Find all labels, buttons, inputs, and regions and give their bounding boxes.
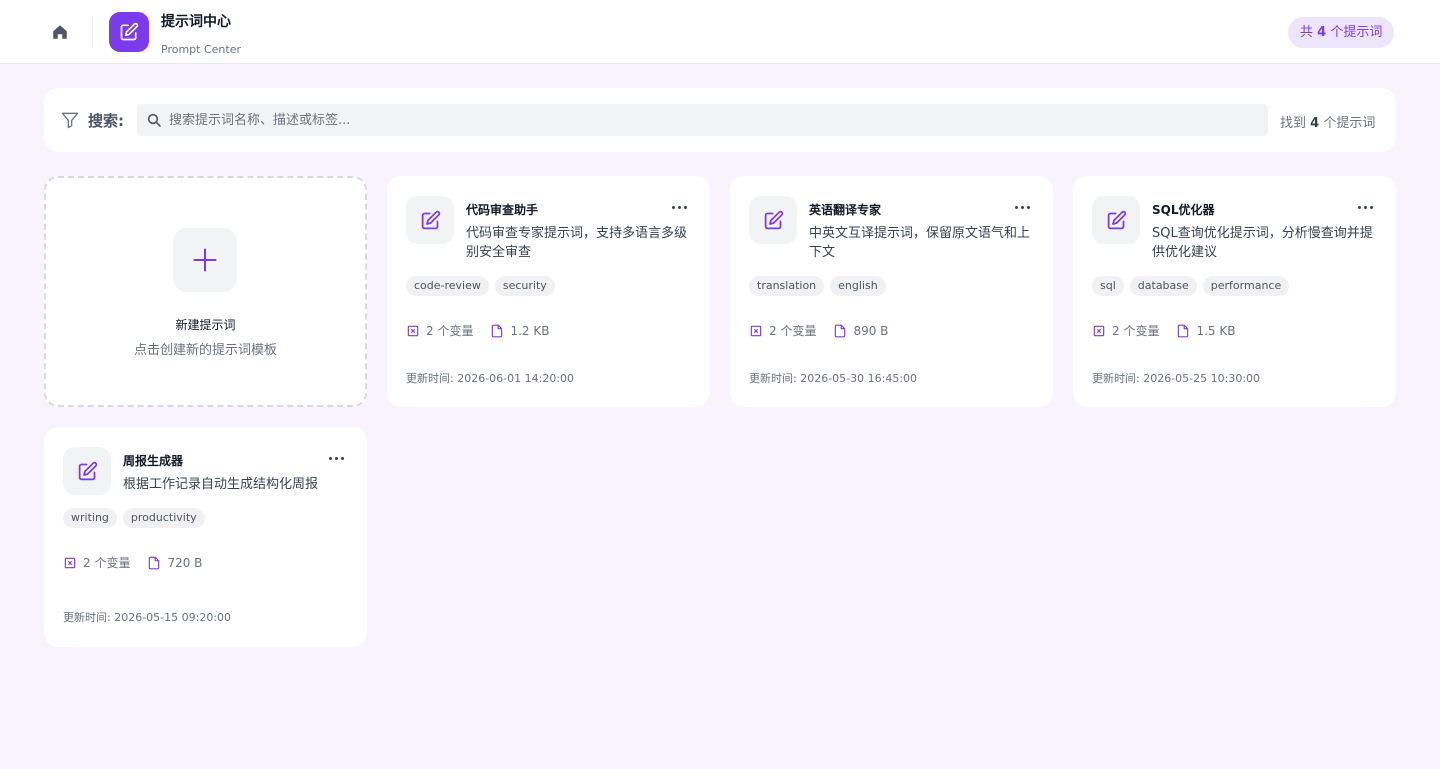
variable-icon <box>64 557 76 568</box>
home-icon <box>53 25 67 39</box>
prompt-meta: 2 个变量 720 B <box>63 554 202 571</box>
prompt-updated-time: 更新时间: 2026-05-15 09:20:00 <box>63 611 232 624</box>
prompt-icon-box <box>749 196 797 244</box>
prompt-updated-time: 更新时间: 2026-05-30 16:45:00 <box>749 372 918 385</box>
prompt-size: 890 B <box>853 323 889 338</box>
edit-icon <box>1107 210 1126 229</box>
edit-icon <box>120 22 139 41</box>
header-divider <box>92 16 93 48</box>
prompt-tag[interactable]: productivity <box>122 508 205 528</box>
prompt-updated-time: 更新时间: 2026-05-25 10:30:00 <box>1092 372 1261 385</box>
prompt-tag[interactable]: security <box>494 276 555 296</box>
app-header: 提示词中心 Prompt Center 共 4 个提示词 <box>0 0 1440 64</box>
result-count-number: 4 <box>1310 116 1320 131</box>
search-input[interactable] <box>169 104 1259 136</box>
prompt-size: 1.5 KB <box>1196 323 1236 338</box>
new-prompt-card[interactable]: 新建提示词 点击创建新的提示词模板 <box>44 176 367 407</box>
prompt-description: 代码审查专家提示词，支持多语言多级别安全审查 <box>466 226 688 260</box>
file-icon <box>492 324 503 337</box>
count-badge-suffix: 个提示词 <box>1326 25 1383 40</box>
edit-icon <box>78 461 97 480</box>
prompt-count-badge: 共 4 个提示词 <box>1288 17 1395 48</box>
prompt-tag[interactable]: code-review <box>406 276 489 296</box>
search-panel: 搜索: 找到 4 个提示词 <box>44 88 1396 152</box>
prompt-tag[interactable]: sql <box>1092 276 1124 296</box>
file-icon <box>149 556 160 569</box>
more-horizontal-icon[interactable] <box>1011 198 1033 216</box>
search-icon <box>147 113 161 127</box>
prompt-meta: 2 个变量 1.2 KB <box>406 322 549 339</box>
prompt-tags: translation english <box>749 276 886 296</box>
prompt-variables: 2 个变量 <box>83 556 131 570</box>
prompt-name: 英语翻译专家 <box>809 203 882 217</box>
prompt-tag[interactable]: translation <box>749 276 825 296</box>
app-logo <box>109 12 149 52</box>
prompt-icon-box <box>406 196 454 244</box>
prompt-card[interactable]: 周报生成器 根据工作记录自动生成结构化周报 writing productivi… <box>44 427 367 647</box>
prompt-tag[interactable]: english <box>830 276 886 296</box>
file-icon <box>1178 324 1189 337</box>
prompt-tags: writing productivity <box>63 508 205 528</box>
result-count-suffix: 个提示词 <box>1319 116 1376 131</box>
prompt-tag[interactable]: database <box>1129 276 1197 296</box>
prompt-card[interactable]: SQL优化器 SQL查询优化提示词，分析慢查询并提供优化建议 sql datab… <box>1073 176 1396 407</box>
prompt-variables: 2 个变量 <box>426 324 474 338</box>
prompt-name: 代码审查助手 <box>466 203 539 217</box>
prompt-tags: code-review security <box>406 276 555 296</box>
prompt-description: SQL查询优化提示词，分析慢查询并提供优化建议 <box>1152 226 1373 260</box>
new-prompt-title: 新建提示词 <box>175 318 236 332</box>
prompt-description: 根据工作记录自动生成结构化周报 <box>123 477 319 492</box>
home-button[interactable] <box>44 16 76 48</box>
prompt-card[interactable]: 代码审查助手 代码审查专家提示词，支持多语言多级别安全审查 code-revie… <box>387 176 710 407</box>
file-icon <box>835 324 846 337</box>
filter-icon <box>61 112 79 129</box>
more-horizontal-icon[interactable] <box>325 449 347 467</box>
result-count-prefix: 找到 <box>1280 116 1311 131</box>
more-horizontal-icon[interactable] <box>1354 198 1376 216</box>
prompt-updated-time: 更新时间: 2026-06-01 14:20:00 <box>406 372 575 385</box>
count-badge-number: 4 <box>1317 25 1327 40</box>
new-prompt-plus-box <box>173 228 237 292</box>
prompt-meta: 2 个变量 1.5 KB <box>1092 322 1235 339</box>
prompt-tag[interactable]: performance <box>1202 276 1290 296</box>
prompt-card[interactable]: 英语翻译专家 中英文互译提示词，保留原文语气和上下文 translation e… <box>730 176 1053 407</box>
edit-icon <box>421 210 440 229</box>
prompt-name: 周报生成器 <box>123 454 184 468</box>
new-prompt-description: 点击创建新的提示词模板 <box>133 343 277 358</box>
app-title: 提示词中心 <box>161 14 231 30</box>
prompt-name: SQL优化器 <box>1152 203 1215 217</box>
prompt-meta: 2 个变量 890 B <box>749 322 888 339</box>
prompt-size: 1.2 KB <box>510 323 550 338</box>
prompt-tags: sql database performance <box>1092 276 1290 296</box>
prompt-size: 720 B <box>167 555 203 570</box>
plus-icon <box>193 248 217 272</box>
prompt-variables: 2 个变量 <box>769 324 817 338</box>
app-subtitle: Prompt Center <box>161 43 241 56</box>
variable-icon <box>1093 325 1105 336</box>
count-badge-prefix: 共 <box>1300 25 1318 40</box>
edit-icon <box>764 210 783 229</box>
prompt-icon-box <box>63 447 111 495</box>
variable-icon <box>407 325 419 336</box>
search-box[interactable] <box>137 104 1268 136</box>
prompt-icon-box <box>1092 196 1140 244</box>
prompt-variables: 2 个变量 <box>1112 324 1160 338</box>
prompt-description: 中英文互译提示词，保留原文语气和上下文 <box>809 226 1031 260</box>
more-horizontal-icon[interactable] <box>668 198 690 216</box>
search-label: 搜索: <box>88 112 124 130</box>
prompt-tag[interactable]: writing <box>63 508 117 528</box>
variable-icon <box>750 325 762 336</box>
search-result-count: 找到 4 个提示词 <box>1280 112 1375 131</box>
